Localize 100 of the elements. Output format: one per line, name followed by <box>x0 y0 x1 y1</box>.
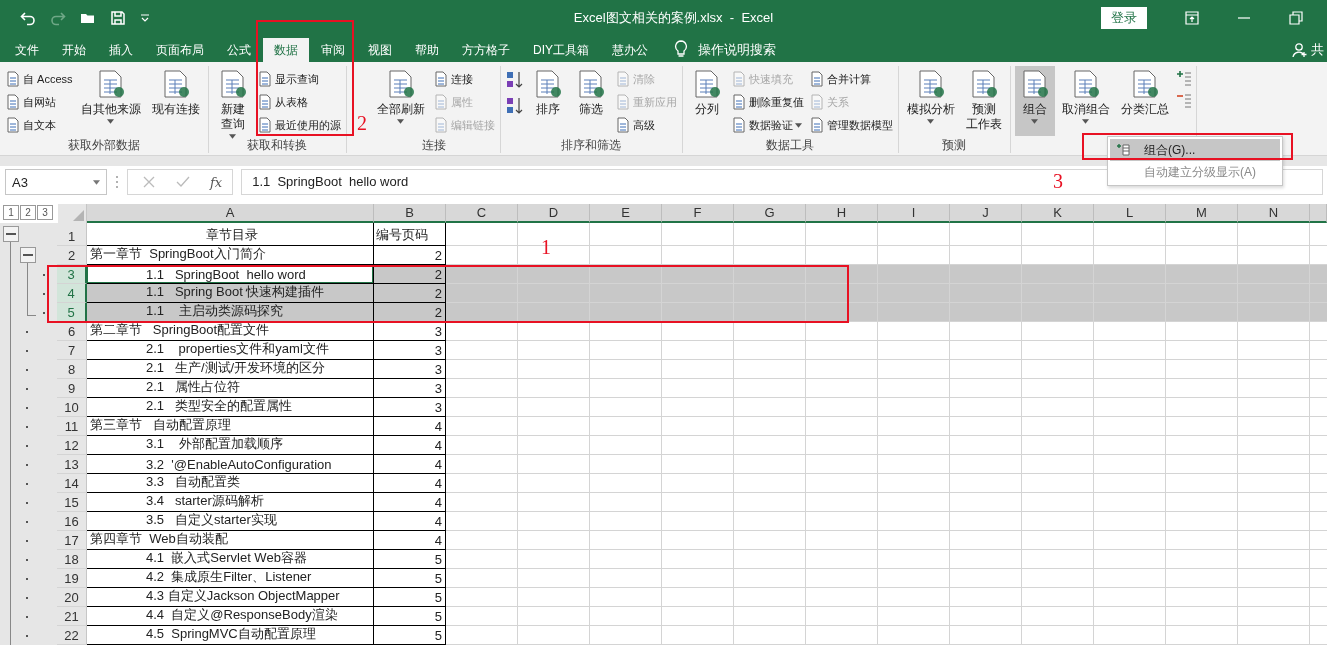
ribbon-tab[interactable]: 方方格子 <box>451 38 521 62</box>
ribbon-button[interactable]: 高级 <box>613 114 678 136</box>
column-header[interactable]: G <box>734 204 806 223</box>
row-header[interactable]: 1 <box>57 223 87 246</box>
row-header[interactable]: 12 <box>57 436 87 455</box>
save-icon[interactable] <box>110 9 126 26</box>
column-header[interactable]: I <box>878 204 950 223</box>
undo-icon[interactable] <box>20 9 36 26</box>
ribbon-button[interactable]: 自文本 <box>4 114 74 136</box>
document-icon <box>730 71 747 87</box>
row-header[interactable]: 16 <box>57 512 87 531</box>
ribbon-button[interactable]: 新建 查询 <box>212 66 253 136</box>
ribbon-tab[interactable]: 开始 <box>51 38 97 62</box>
sort-ascending-icon[interactable] <box>504 70 525 90</box>
ribbon-button[interactable]: 显示查询 <box>255 68 342 90</box>
row-header[interactable]: 13 <box>57 455 87 474</box>
row-header[interactable]: 8 <box>57 360 87 379</box>
column-header[interactable]: C <box>446 204 518 223</box>
ribbon-button[interactable]: 组合 <box>1014 66 1055 136</box>
share-button[interactable]: 共 <box>1292 38 1324 62</box>
row-header[interactable]: 9 <box>57 379 87 398</box>
hide-detail-icon[interactable] <box>1175 92 1192 108</box>
column-header[interactable]: K <box>1022 204 1094 223</box>
ribbon-button[interactable]: 取消组合 <box>1057 66 1114 136</box>
outline-level-button[interactable]: 1 <box>3 205 19 220</box>
ribbon-tab[interactable]: 插入 <box>98 38 144 62</box>
ribbon-tab[interactable]: 视图 <box>357 38 403 62</box>
caret-icon[interactable] <box>140 12 150 23</box>
ribbon-button[interactable]: 分类汇总 <box>1116 66 1173 136</box>
show-detail-icon[interactable] <box>1175 70 1192 86</box>
row-header[interactable]: 14 <box>57 474 87 493</box>
annotation-number: 1 <box>541 236 551 258</box>
ribbon-button[interactable]: 自网站 <box>4 91 74 113</box>
ribbon-button[interactable]: 数据验证 <box>729 114 805 136</box>
insert-function-button[interactable]: fx <box>210 174 223 190</box>
row-header[interactable]: 22 <box>57 626 87 645</box>
ribbon-button[interactable]: 全部刷新 <box>372 66 429 136</box>
name-box[interactable]: A3 <box>5 169 107 195</box>
ribbon-button[interactable]: 删除重复值 <box>729 91 805 113</box>
table-cell: 章节目录 <box>87 223 374 246</box>
row-header[interactable]: 15 <box>57 493 87 512</box>
ribbon-button[interactable]: 最近使用的源 <box>255 114 342 136</box>
ribbon-tab[interactable]: 文件 <box>4 38 50 62</box>
column-header[interactable]: B <box>374 204 446 223</box>
ribbon-tab[interactable]: DIY工具箱 <box>522 38 600 62</box>
outline-level-button[interactable]: 2 <box>20 205 36 220</box>
ribbon-button[interactable]: 自 Access <box>4 68 74 90</box>
ribbon-button[interactable]: 管理数据模型 <box>807 114 894 136</box>
column-header[interactable]: D <box>518 204 590 223</box>
sort-descending-icon[interactable] <box>504 96 525 116</box>
ribbon-tab[interactable]: 慧办公 <box>601 38 659 62</box>
row-header[interactable]: 2 <box>57 246 87 265</box>
column-header[interactable]: A <box>87 204 374 223</box>
ribbon-button[interactable]: 模拟分析 <box>902 66 959 136</box>
column-header[interactable]: N <box>1238 204 1310 223</box>
ribbon-button[interactable]: 自其他来源 <box>76 66 145 136</box>
column-header[interactable]: L <box>1094 204 1166 223</box>
header-background <box>1310 204 1327 223</box>
ribbon-display-icon[interactable] <box>1185 10 1199 25</box>
collapse-button[interactable] <box>3 226 19 242</box>
ribbon-button[interactable]: 连接 <box>431 68 496 90</box>
restore-icon[interactable] <box>1289 10 1303 25</box>
column-header[interactable]: E <box>590 204 662 223</box>
check-icon[interactable] <box>176 175 190 189</box>
ribbon-tab[interactable]: 数据 <box>263 38 309 62</box>
ribbon-tab[interactable]: 审阅 <box>310 38 356 62</box>
table-cell: 3 <box>374 360 446 379</box>
outline-level-button[interactable]: 3 <box>37 205 53 220</box>
ribbon-button[interactable]: 现有连接 <box>147 66 204 136</box>
document-icon <box>730 94 747 110</box>
annotation-number: 3 <box>1053 170 1063 192</box>
row-header[interactable]: 4 <box>57 284 87 303</box>
collapse-button[interactable] <box>20 247 36 263</box>
column-header[interactable]: H <box>806 204 878 223</box>
row-header[interactable]: 19 <box>57 569 87 588</box>
table-cell: 3 <box>374 341 446 360</box>
ribbon-tab[interactable]: 页面布局 <box>145 38 215 62</box>
row-header[interactable]: 20 <box>57 588 87 607</box>
row-header[interactable]: 17 <box>57 531 87 550</box>
ribbon-button[interactable]: 合并计算 <box>807 68 894 90</box>
tell-me-search[interactable]: 操作说明搜索 <box>698 38 776 62</box>
ribbon-tab[interactable]: 帮助 <box>404 38 450 62</box>
ribbon-button[interactable]: 排序 <box>527 66 568 136</box>
menu-item[interactable]: 组合(G)... <box>1110 139 1280 161</box>
column-header[interactable]: J <box>950 204 1022 223</box>
drag-handle-icon[interactable] <box>115 175 119 189</box>
row-header[interactable]: 21 <box>57 607 87 626</box>
ribbon-button[interactable]: 从表格 <box>255 91 342 113</box>
ribbon-button[interactable]: 筛选 <box>570 66 611 136</box>
row-header[interactable]: 11 <box>57 417 87 436</box>
ribbon-button[interactable]: 预测 工作表 <box>961 66 1006 136</box>
sign-in-button[interactable]: 登录 <box>1101 6 1147 29</box>
row-header[interactable]: 7 <box>57 341 87 360</box>
ribbon-tab[interactable]: 公式 <box>216 38 262 62</box>
column-header[interactable]: M <box>1166 204 1238 223</box>
row-header[interactable]: 10 <box>57 398 87 417</box>
ribbon-button[interactable]: 分列 <box>686 66 727 136</box>
document-icon <box>5 94 21 110</box>
column-header[interactable]: F <box>662 204 734 223</box>
row-header[interactable]: 18 <box>57 550 87 569</box>
